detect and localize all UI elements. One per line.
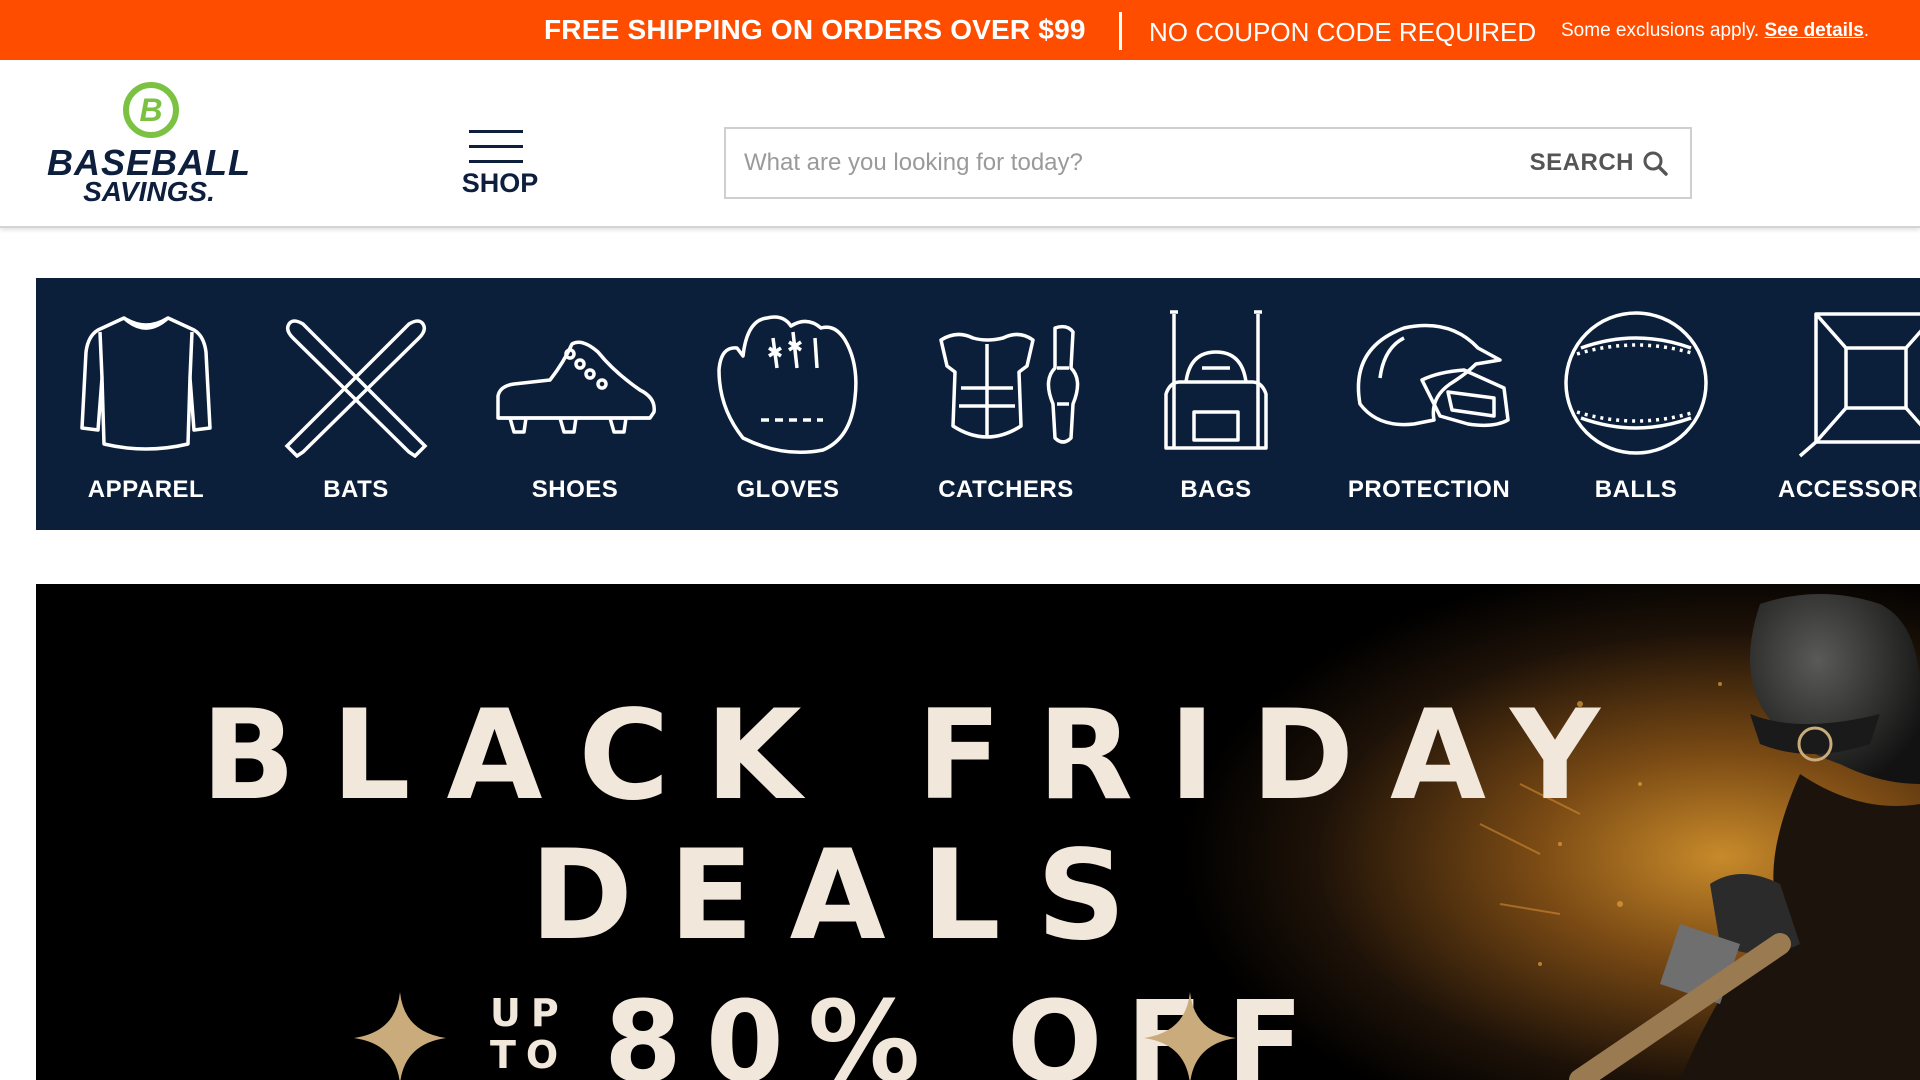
- logo-text-savings: SAVINGS.: [83, 176, 215, 207]
- category-label: BAGS: [1180, 476, 1252, 503]
- category-label: SHOES: [531, 476, 619, 503]
- promo-divider: [1119, 12, 1122, 50]
- category-catchers[interactable]: CATCHERS: [916, 278, 1096, 530]
- site-logo[interactable]: B BASEBALL SAVINGS.: [34, 80, 264, 208]
- category-label: ACCESSORIES: [1778, 476, 1920, 503]
- hero-up-text: UP: [490, 991, 569, 1035]
- promo-fine-print: Some exclusions apply. See details.: [1561, 20, 1869, 42]
- hamburger-icon: [469, 130, 523, 163]
- category-apparel[interactable]: APPAREL: [66, 278, 226, 530]
- logo-mark-icon: B: [123, 82, 179, 138]
- promo-link-suffix: .: [1863, 20, 1870, 41]
- shop-menu-button[interactable]: SHOP: [460, 128, 540, 208]
- category-label: BATS: [323, 476, 389, 503]
- category-bags[interactable]: BAGS: [1136, 278, 1296, 530]
- search-button-label: SEARCH: [1529, 149, 1634, 176]
- sparkle-icon: [1144, 992, 1236, 1080]
- category-label: GLOVES: [736, 476, 840, 503]
- hero-to-text: TO: [490, 1033, 569, 1077]
- category-bats[interactable]: BATS: [276, 278, 436, 530]
- category-label: APPAREL: [87, 476, 205, 503]
- pitch-target-icon: [1798, 312, 1920, 458]
- see-details-link[interactable]: See details: [1764, 20, 1863, 41]
- category-label: CATCHERS: [938, 476, 1074, 503]
- promo-exclusions-text: Some exclusions apply.: [1561, 20, 1765, 41]
- crossed-bats-icon: [284, 319, 428, 458]
- backpack-icon: [1164, 310, 1268, 450]
- search-button[interactable]: SEARCH: [1530, 147, 1668, 179]
- category-nav: APPAREL BATS SHOES GLOVES CATCHERS BAGS …: [36, 278, 1920, 530]
- category-protection[interactable]: PROTECTION: [1336, 278, 1522, 530]
- catchers-gear-icon: [939, 324, 1080, 444]
- baseball-icon: [1564, 311, 1708, 455]
- hero-up-to: UP TO: [490, 992, 569, 1076]
- category-balls[interactable]: BALLS: [1556, 278, 1716, 530]
- category-shoes[interactable]: SHOES: [490, 278, 660, 530]
- logo-mark-letter: B: [139, 92, 162, 128]
- search-box: SEARCH: [724, 127, 1692, 199]
- promo-bar: FREE SHIPPING ON ORDERS OVER $99 NO COUP…: [0, 0, 1920, 60]
- promo-no-coupon-text: NO COUPON CODE REQUIRED: [1149, 17, 1537, 47]
- shirt-icon: [80, 316, 212, 451]
- category-label: BALLS: [1594, 476, 1678, 503]
- cleat-icon: [496, 340, 656, 434]
- black-friday-hero-banner[interactable]: BLACK FRIDAY DEALS UP TO 80% OFF: [36, 584, 1920, 1080]
- shop-label: SHOP: [461, 168, 539, 198]
- search-input[interactable]: [726, 129, 1506, 197]
- hero-title-line1: BLACK FRIDAY: [201, 684, 1636, 828]
- category-label: PROTECTION: [1347, 476, 1511, 503]
- glove-icon: [717, 315, 858, 455]
- batting-helmet-icon: [1356, 323, 1510, 428]
- promo-free-shipping-text: FREE SHIPPING ON ORDERS OVER $99: [544, 14, 1086, 45]
- category-accessories[interactable]: ACCESSORIES: [1756, 278, 1920, 530]
- search-icon: [1643, 151, 1668, 176]
- category-gloves[interactable]: GLOVES: [708, 278, 868, 530]
- hero-title-line2: DEALS: [530, 824, 1162, 968]
- sparkle-icon: [354, 992, 446, 1080]
